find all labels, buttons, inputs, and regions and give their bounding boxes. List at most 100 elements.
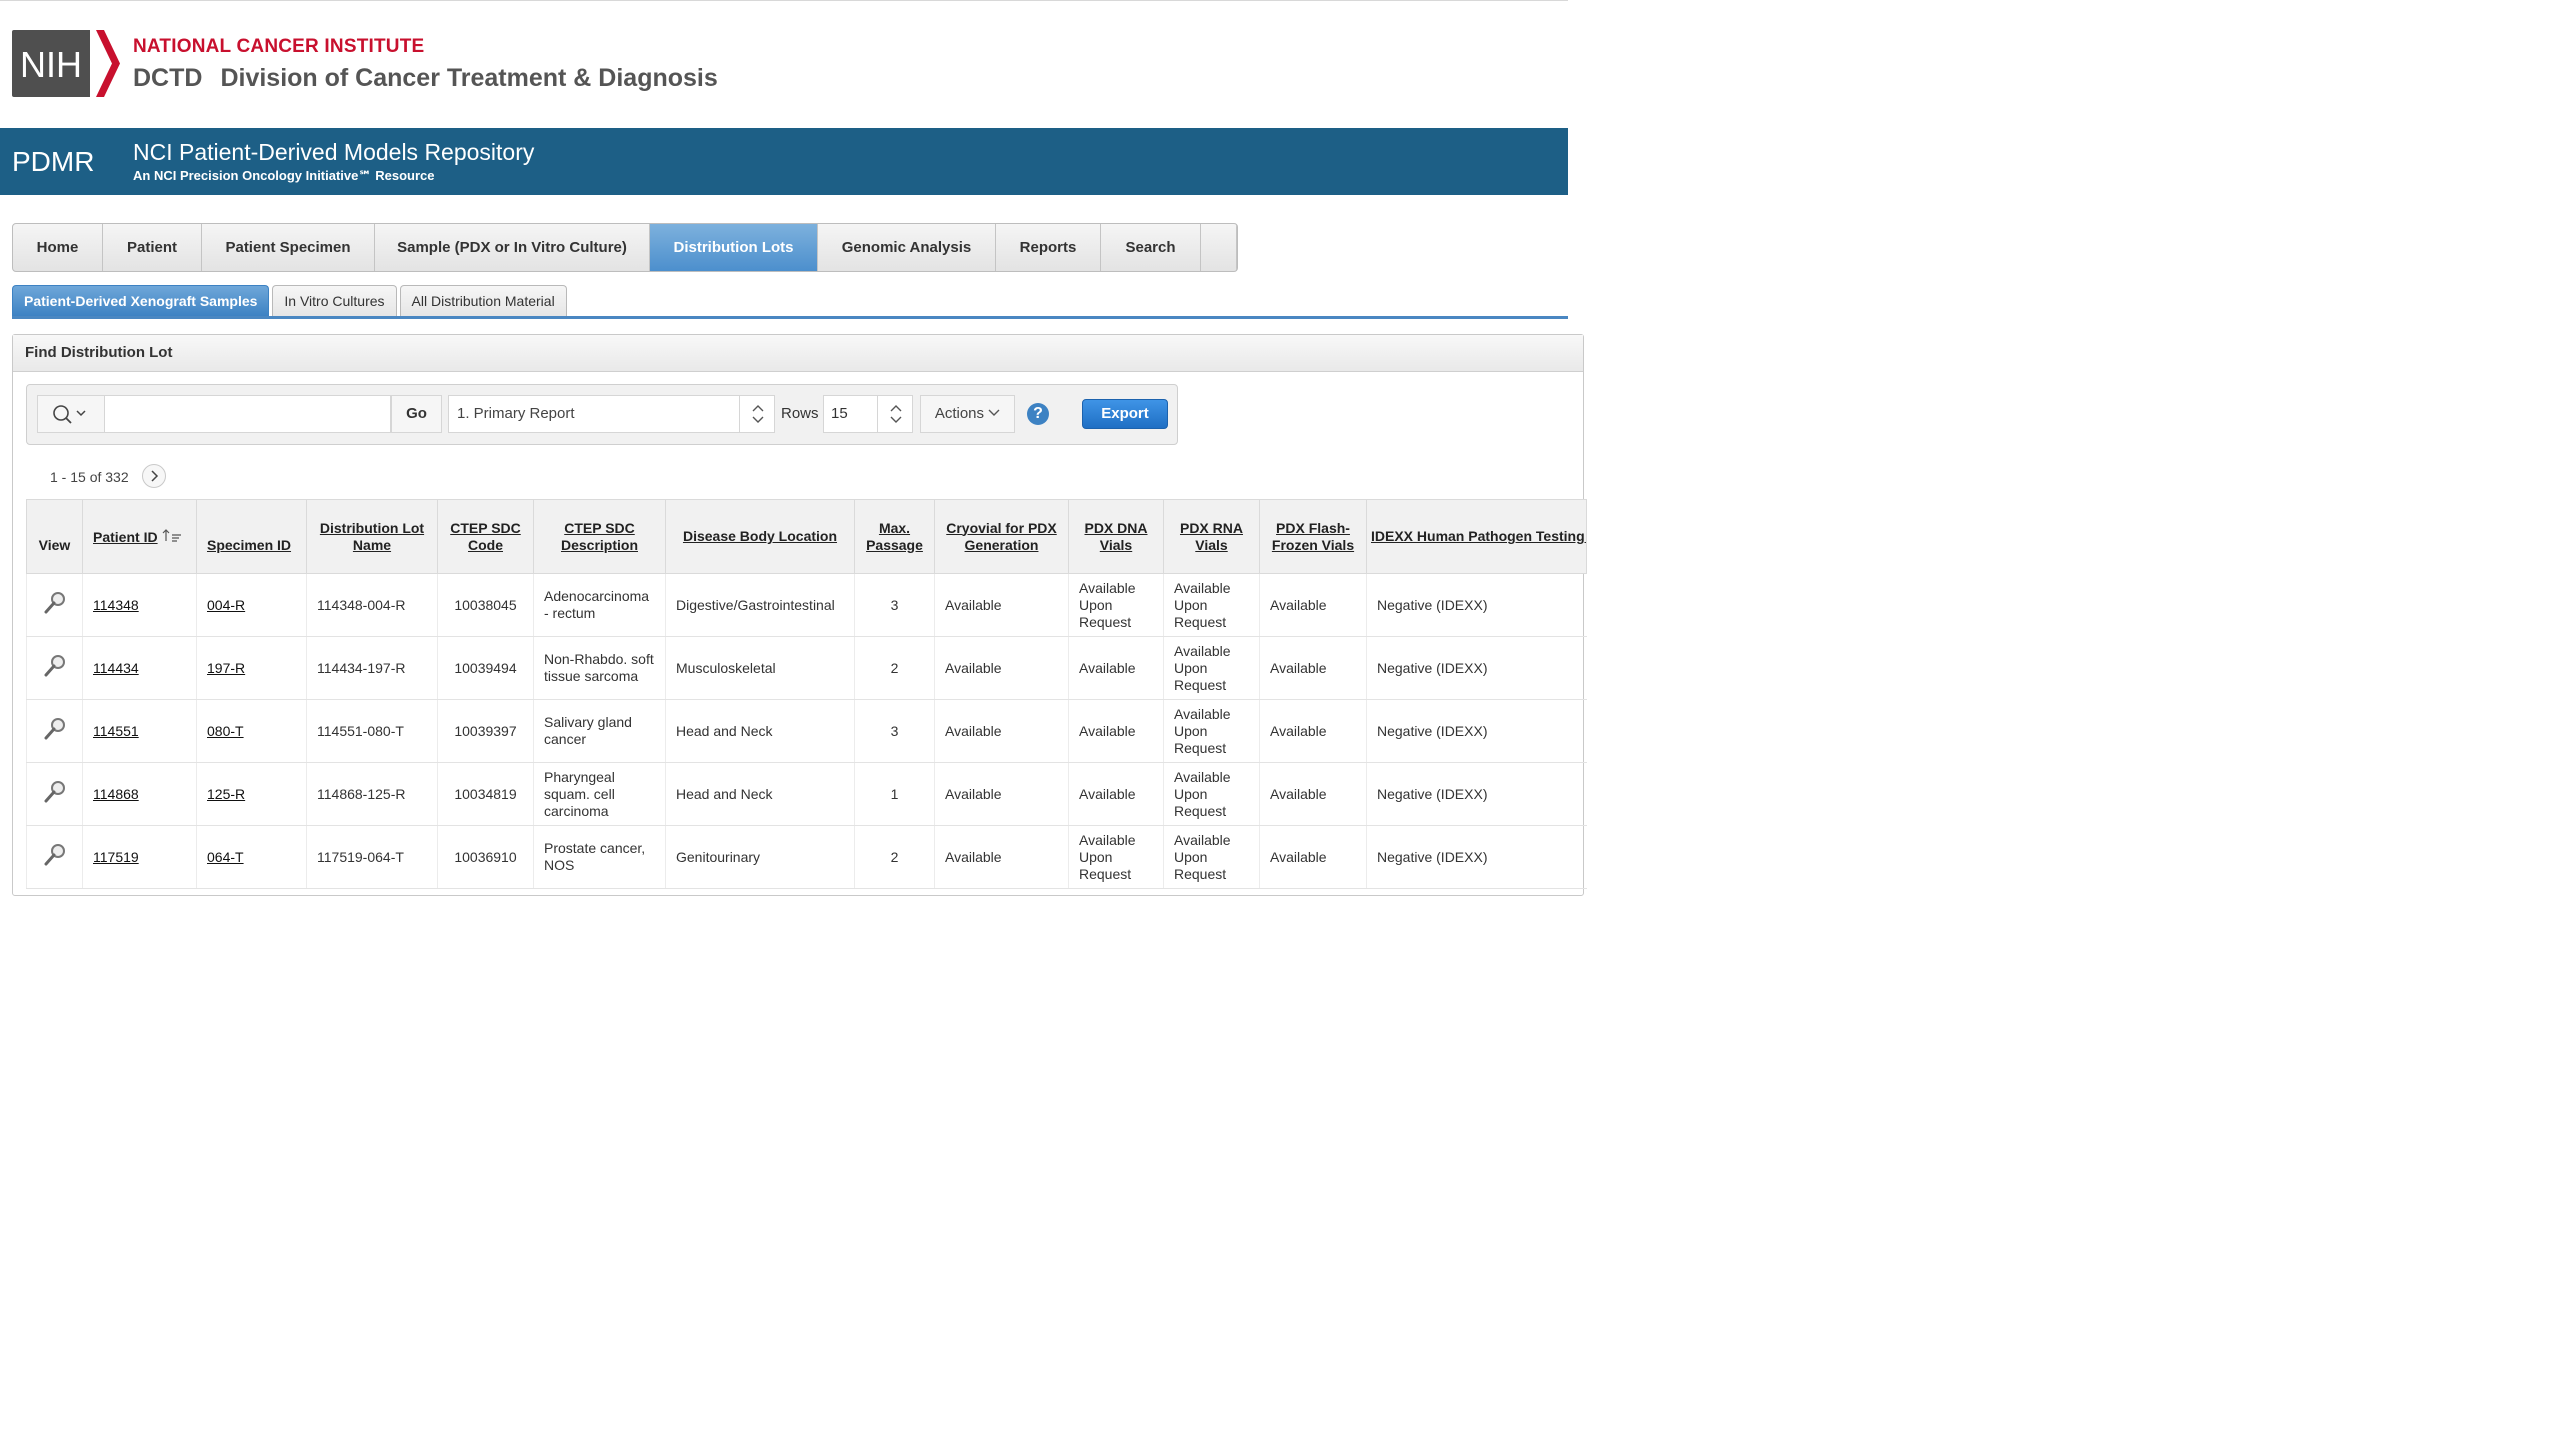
- tab-search[interactable]: Search: [1101, 224, 1201, 271]
- rows-label: Rows: [781, 405, 819, 422]
- lot-name-cell: 114434-197-R: [306, 636, 438, 700]
- cryovial-cell: Available: [934, 636, 1069, 700]
- specimen-id-link[interactable]: 080-T: [207, 723, 244, 739]
- ctep-code-cell: 10034819: [437, 762, 534, 826]
- col-header-pdx-rna-vials[interactable]: PDX RNA Vials: [1163, 499, 1260, 574]
- table-row: 114551 080-T 114551-080-T 10039397 Saliv…: [26, 699, 1587, 763]
- ctep-code-cell: 10038045: [437, 573, 534, 637]
- patient-id-link[interactable]: 114348: [93, 597, 139, 613]
- idexx-cell: Negative (IDEXX): [1366, 762, 1587, 826]
- body-location-cell: Digestive/Gastrointestinal: [665, 573, 855, 637]
- specimen-id-link[interactable]: 064-T: [207, 849, 244, 865]
- go-button[interactable]: Go: [391, 395, 442, 433]
- ctep-description-cell: Salivary gland cancer: [533, 699, 666, 763]
- ctep-code-cell: 10039397: [437, 699, 534, 763]
- subtab-in-vitro-cultures[interactable]: In Vitro Cultures: [272, 285, 397, 316]
- subtab-pdx-samples[interactable]: Patient-Derived Xenograft Samples: [12, 285, 270, 316]
- col-header-distribution-lot-name[interactable]: Distribution Lot Name: [306, 499, 438, 574]
- lot-name-cell: 114551-080-T: [306, 699, 438, 763]
- idexx-cell: Negative (IDEXX): [1366, 573, 1587, 637]
- magnifier-icon[interactable]: [42, 716, 68, 742]
- flash-frozen-cell: Available: [1259, 636, 1367, 700]
- actions-menu-button[interactable]: Actions: [920, 395, 1015, 433]
- body-location-cell: Genitourinary: [665, 825, 855, 889]
- chevron-down-icon: [988, 409, 1000, 416]
- region-title: Find Distribution Lot: [13, 335, 1583, 372]
- search-icon: [53, 405, 86, 424]
- next-page-button[interactable]: [142, 464, 166, 488]
- specimen-id-link[interactable]: 197-R: [207, 660, 245, 676]
- specimen-id-link[interactable]: 125-R: [207, 786, 245, 802]
- subtab-all-distribution-material[interactable]: All Distribution Material: [399, 285, 567, 316]
- rna-vials-cell: Available Upon Request: [1163, 825, 1260, 889]
- tab-sample[interactable]: Sample (PDX or In Vitro Culture): [375, 224, 650, 271]
- view-cell[interactable]: [26, 636, 83, 700]
- magnifier-icon[interactable]: [42, 653, 68, 679]
- tab-reports[interactable]: Reports: [996, 224, 1101, 271]
- cryovial-cell: Available: [934, 573, 1069, 637]
- ctep-description-cell: Non-Rhabdo. soft tissue sarcoma: [533, 636, 666, 700]
- lot-name-cell: 114348-004-R: [306, 573, 438, 637]
- pdmr-short-name[interactable]: PDMR: [12, 146, 94, 178]
- search-column-menu[interactable]: [37, 395, 105, 433]
- magnifier-icon[interactable]: [42, 842, 68, 868]
- rows-select-arrows-icon[interactable]: [877, 396, 913, 432]
- report-select[interactable]: 1. Primary Report: [448, 395, 775, 433]
- patient-id-link[interactable]: 114868: [93, 786, 139, 802]
- col-header-disease-body-location[interactable]: Disease Body Location: [665, 499, 855, 574]
- table-row: 114868 125-R 114868-125-R 10034819 Phary…: [26, 762, 1587, 826]
- cryovial-cell: Available: [934, 825, 1069, 889]
- max-passage-cell: 2: [854, 825, 935, 889]
- view-cell[interactable]: [26, 573, 83, 637]
- pagination-text: 1 - 15 of 332: [50, 469, 129, 485]
- patient-id-link[interactable]: 114434: [93, 660, 139, 676]
- report-select-arrows-icon[interactable]: [739, 396, 775, 432]
- table-row: 114348 004-R 114348-004-R 10038045 Adeno…: [26, 573, 1587, 637]
- tab-distribution-lots[interactable]: Distribution Lots: [650, 224, 818, 271]
- col-header-pdx-dna-vials[interactable]: PDX DNA Vials: [1068, 499, 1164, 574]
- col-header-ctep-sdc-description[interactable]: CTEP SDC Description: [533, 499, 666, 574]
- col-header-max-passage[interactable]: Max. Passage: [854, 499, 935, 574]
- tab-patient[interactable]: Patient: [103, 224, 202, 271]
- idexx-cell: Negative (IDEXX): [1366, 636, 1587, 700]
- pdmr-tagline: An NCI Precision Oncology Initiative℠ Re…: [133, 168, 435, 183]
- distribution-lot-table: View Patient ID Specimen ID Distribution…: [26, 499, 1587, 889]
- col-header-patient-id[interactable]: Patient ID: [82, 499, 197, 574]
- search-input[interactable]: [105, 395, 391, 433]
- rna-vials-cell: Available Upon Request: [1163, 699, 1260, 763]
- max-passage-cell: 3: [854, 573, 935, 637]
- patient-id-link[interactable]: 114551: [93, 723, 139, 739]
- max-passage-cell: 3: [854, 699, 935, 763]
- pdmr-title: NCI Patient-Derived Models Repository: [133, 139, 535, 165]
- magnifier-icon[interactable]: [42, 590, 68, 616]
- col-header-idexx[interactable]: IDEXX Human Pathogen Testing Summary (h-…: [1366, 499, 1587, 574]
- pdmr-banner: PDMR NCI Patient-Derived Models Reposito…: [0, 128, 1568, 195]
- sort-ascending-icon: [163, 528, 182, 542]
- flash-frozen-cell: Available: [1259, 762, 1367, 826]
- chevron-down-icon: [76, 410, 86, 417]
- tab-genomic-analysis[interactable]: Genomic Analysis: [818, 224, 996, 271]
- tab-home[interactable]: Home: [13, 224, 103, 271]
- specimen-id-link[interactable]: 004-R: [207, 597, 245, 613]
- view-cell[interactable]: [26, 825, 83, 889]
- main-nav: Home Patient Patient Specimen Sample (PD…: [12, 223, 1238, 272]
- flash-frozen-cell: Available: [1259, 825, 1367, 889]
- col-header-pdx-flash-frozen-vials[interactable]: PDX Flash-Frozen Vials: [1259, 499, 1367, 574]
- magnifier-icon[interactable]: [42, 779, 68, 805]
- view-cell[interactable]: [26, 699, 83, 763]
- export-button[interactable]: Export: [1082, 399, 1168, 429]
- dna-vials-cell: Available: [1068, 762, 1164, 826]
- idexx-cell: Negative (IDEXX): [1366, 825, 1587, 889]
- col-header-view: View: [26, 499, 83, 574]
- col-header-specimen-id[interactable]: Specimen ID: [196, 499, 307, 574]
- view-cell[interactable]: [26, 762, 83, 826]
- dna-vials-cell: Available Upon Request: [1068, 825, 1164, 889]
- patient-id-link[interactable]: 117519: [93, 849, 139, 865]
- tab-patient-specimen[interactable]: Patient Specimen: [202, 224, 375, 271]
- idexx-cell: Negative (IDEXX): [1366, 699, 1587, 763]
- help-icon[interactable]: ?: [1027, 403, 1049, 425]
- flash-frozen-cell: Available: [1259, 573, 1367, 637]
- flash-frozen-cell: Available: [1259, 699, 1367, 763]
- col-header-cryovial[interactable]: Cryovial for PDX Generation: [934, 499, 1069, 574]
- col-header-ctep-sdc-code[interactable]: CTEP SDC Code: [437, 499, 534, 574]
